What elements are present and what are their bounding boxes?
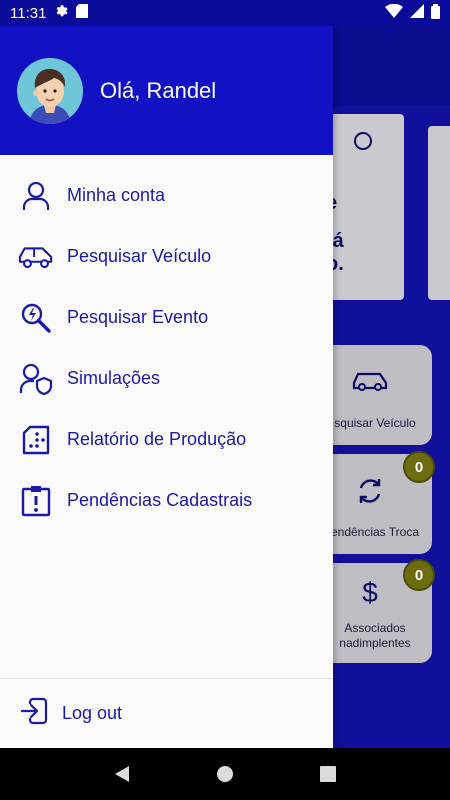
user-icon [18,178,54,214]
menu-item-label: Pesquisar Evento [67,307,209,327]
car-icon [350,367,390,398]
user-shield-icon [18,361,54,397]
logout-label: Log out [62,703,123,723]
menu-item-label: Minha conta [67,185,166,205]
back-icon [114,766,129,782]
dollar-icon: $ [362,577,378,608]
sd-card-icon [76,4,89,22]
logout-icon [20,697,48,730]
signal-icon [410,4,424,22]
menu-item-label: Relatório de Produção [67,429,247,449]
home-button[interactable] [205,754,245,794]
wifi-icon [385,3,403,22]
badge-defaulters: 0 [403,559,435,591]
battery-icon [431,3,440,23]
status-time: 11:31 [10,4,47,22]
bg-banner-next[interactable] [428,126,450,300]
logout-button[interactable]: Log out [0,678,333,748]
menu-item-label: Simulações [67,368,161,388]
back-button[interactable] [102,754,142,794]
car-icon [18,239,54,275]
menu-item-relatorio-producao[interactable]: Relatório de Produção [0,409,333,470]
menu-item-pendencias-cadastrais[interactable]: Pendências Cadastrais [0,470,333,531]
menu-item-simulacoes[interactable]: Simulações [0,348,333,409]
badge-exchange: 0 [403,451,435,483]
bg-banner-icon [354,132,372,150]
menu-item-label: Pendências Cadastrais [67,490,253,510]
recents-icon [320,766,337,782]
report-icon [18,422,54,458]
menu-item-pesquisar-evento[interactable]: Pesquisar Evento [0,287,333,348]
avatar[interactable] [17,57,83,124]
drawer-menu: Minha conta Pesquisar Veículo Pesquisar … [0,155,333,531]
navigation-drawer: Olá, Randel Minha conta Pesquisar Veícul… [0,26,333,748]
home-icon [216,766,233,782]
system-navigation-bar [0,748,450,800]
refresh-icon [350,476,390,513]
drawer-header: Olá, Randel [0,26,333,155]
search-event-icon [18,300,54,336]
recents-button[interactable] [308,754,348,794]
menu-item-label: Pesquisar Veículo [67,246,212,266]
menu-item-minha-conta[interactable]: Minha conta [0,165,333,226]
settings-icon [54,4,69,22]
menu-item-pesquisar-veiculo[interactable]: Pesquisar Veículo [0,226,333,287]
status-bar: 11:31 [0,0,450,26]
greeting-text: Olá, Randel [100,77,217,103]
alert-clipboard-icon [18,483,54,519]
